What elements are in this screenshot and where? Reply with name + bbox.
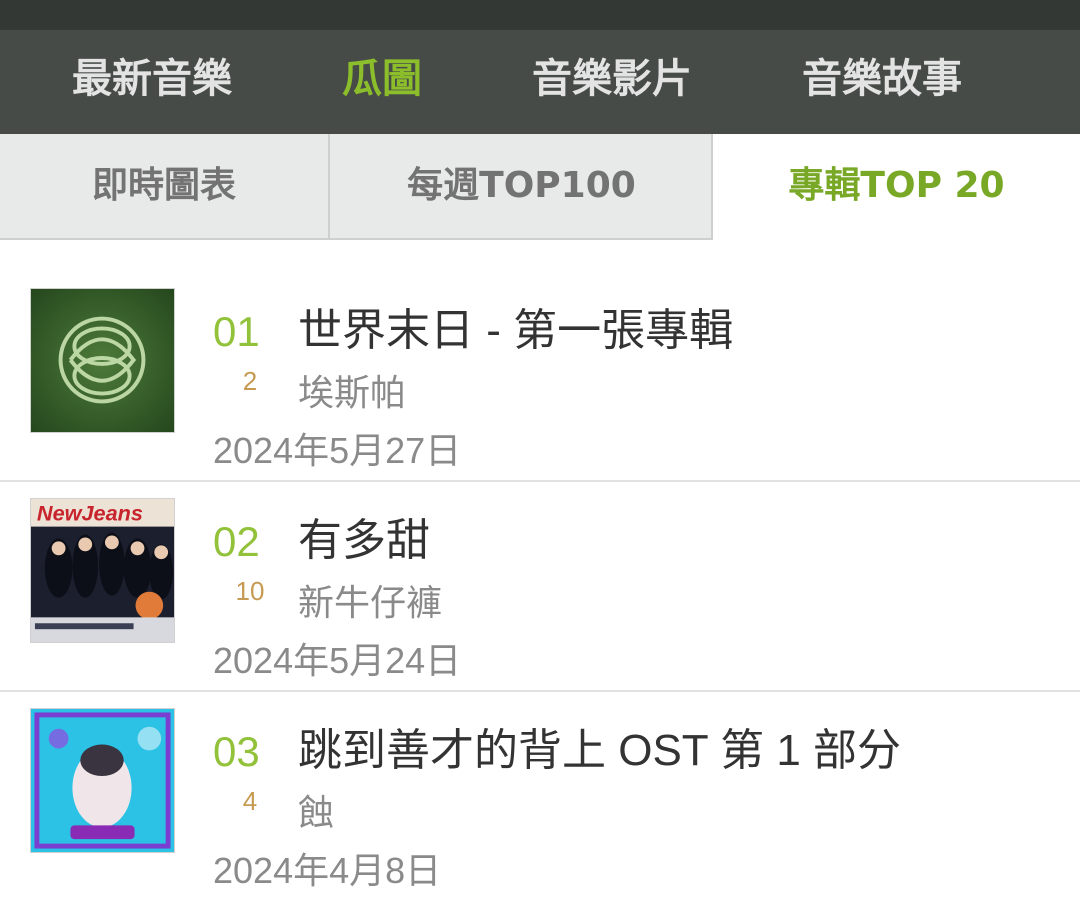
main-nav-music-videos[interactable]: 音樂影片 [500, 30, 724, 134]
main-nav: 最新音樂 瓜圖 音樂影片 音樂故事 [0, 30, 1080, 134]
svg-text:NewJeans: NewJeans [37, 501, 143, 526]
blue-album-cover [30, 708, 175, 853]
album-title: 有多甜 [298, 516, 430, 565]
album-title: 跳到善才的背上 OST 第 1 部分 [298, 726, 902, 775]
main-nav-music-stories[interactable]: 音樂故事 [770, 30, 994, 134]
tab-album-top20[interactable]: 專輯TOP 20 [711, 134, 1080, 240]
album-artist: 埃斯帕 [298, 372, 407, 413]
album-artist: 新牛仔褲 [298, 582, 443, 623]
album-title: 世界末日 - 第一張專輯 [298, 306, 734, 355]
list-item[interactable]: 01 2 世界末日 - 第一張專輯 埃斯帕 2024年5月27日 [0, 242, 1080, 471]
release-date: 2024年5月24日 [213, 640, 462, 681]
tab-realtime-chart[interactable]: 即時圖表 [0, 134, 330, 240]
newjeans-album-cover: NewJeans [30, 498, 175, 643]
status-bar-strip [0, 0, 1080, 30]
previous-rank: 10 [235, 576, 265, 606]
list-item[interactable]: NewJeans 02 10 有多甜 新牛仔褲 2024年5月24日 [0, 482, 1080, 692]
rank-number: 01 [213, 308, 260, 355]
album-artist: 蝕 [298, 792, 335, 833]
rank-number: 03 [213, 728, 260, 775]
main-nav-latest-music[interactable]: 最新音樂 [40, 30, 264, 134]
chart-sub-tabs: 即時圖表 每週TOP100 專輯TOP 20 [0, 134, 1080, 242]
previous-rank: 4 [242, 786, 258, 816]
list-item[interactable]: 03 4 跳到善才的背上 OST 第 1 部分 蝕 2024年4月8日 [0, 692, 1080, 902]
tab-weekly-top100[interactable]: 每週TOP100 [330, 134, 713, 240]
main-nav-charts[interactable]: 瓜圖 [300, 30, 464, 134]
rank-number: 02 [213, 518, 260, 565]
previous-rank: 2 [242, 366, 258, 396]
release-date: 2024年4月8日 [213, 850, 442, 891]
release-date: 2024年5月27日 [213, 430, 462, 471]
green-album-cover [30, 288, 175, 433]
